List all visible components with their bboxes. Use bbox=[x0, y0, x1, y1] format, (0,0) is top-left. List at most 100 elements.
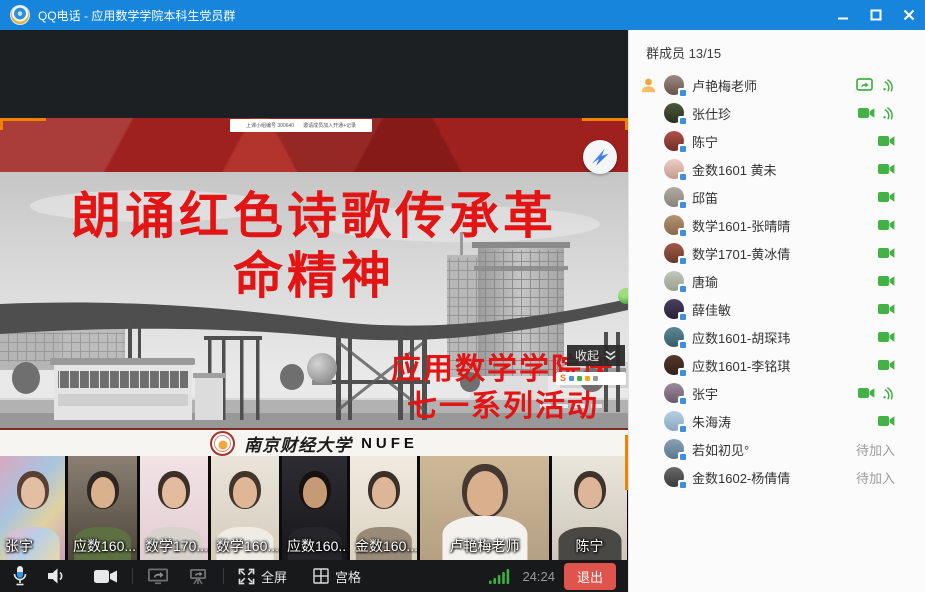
grid-view-button[interactable]: 宫格 bbox=[313, 567, 361, 586]
member-row[interactable]: 陈宁 bbox=[629, 127, 925, 155]
university-emblem-icon bbox=[210, 431, 235, 456]
member-row[interactable]: 数学1601-张晴晴 bbox=[629, 211, 925, 239]
video-call-badge-icon bbox=[678, 116, 687, 125]
video-thumbnail[interactable]: 卢艳梅老师 bbox=[420, 456, 549, 560]
pending-label: 待加入 bbox=[856, 468, 895, 487]
member-row[interactable]: 朱海涛 bbox=[629, 407, 925, 435]
member-row[interactable]: 张仕珍 bbox=[629, 99, 925, 127]
member-row[interactable]: 数学1701-黄冰倩 bbox=[629, 239, 925, 267]
video-call-badge-icon bbox=[678, 480, 687, 489]
thumbnail-label: 数学170... bbox=[145, 536, 208, 556]
participant-face bbox=[162, 477, 186, 508]
camera-on-icon bbox=[878, 415, 895, 427]
member-avatar bbox=[664, 159, 684, 179]
signal-strength-icon bbox=[489, 568, 513, 584]
video-thumbnail[interactable]: 金数160... bbox=[350, 456, 417, 560]
video-call-badge-icon bbox=[678, 396, 687, 405]
member-row[interactable]: 薛佳敏 bbox=[629, 295, 925, 323]
member-status bbox=[856, 77, 895, 93]
member-row[interactable]: 金数1601 黄未 bbox=[629, 155, 925, 183]
toolbar-separator bbox=[223, 568, 224, 584]
video-thumbnail[interactable]: 应数160... bbox=[282, 456, 347, 560]
thunder-bird-icon[interactable] bbox=[583, 140, 617, 174]
member-row[interactable]: 张宇 bbox=[629, 379, 925, 407]
slide-footer: 南京财经大学 NUFE bbox=[0, 430, 628, 456]
member-status bbox=[878, 275, 895, 287]
thumbnail-label: 应数160... bbox=[287, 536, 347, 556]
video-call-badge-icon bbox=[678, 424, 687, 433]
video-call-badge-icon bbox=[678, 256, 687, 265]
members-header: 群成员 13/15 bbox=[629, 30, 925, 71]
member-name: 陈宁 bbox=[692, 132, 718, 151]
member-row[interactable]: 金数1602-杨倩倩待加入 bbox=[629, 463, 925, 491]
share-border-corner bbox=[582, 118, 628, 121]
exit-call-button[interactable]: 退出 bbox=[564, 563, 616, 590]
microphone-button[interactable] bbox=[12, 565, 28, 587]
university-name: 南京财经大学 bbox=[244, 431, 352, 456]
sharing-screen-icon bbox=[856, 78, 875, 93]
ime-tool-icon bbox=[577, 376, 582, 381]
member-status bbox=[858, 385, 895, 401]
input-method-toolbar[interactable]: S bbox=[556, 372, 626, 385]
camera-icon bbox=[94, 569, 118, 584]
share-border-corner bbox=[0, 118, 3, 130]
close-button[interactable] bbox=[892, 0, 925, 30]
qq-call-window: QQ电话 - 应用数学学院本科生党员群 bbox=[0, 0, 925, 592]
video-thumbnail[interactable]: 张宇 bbox=[0, 456, 65, 560]
member-row[interactable]: 邱笛 bbox=[629, 183, 925, 211]
member-status bbox=[858, 105, 895, 121]
member-name: 金数1601 黄未 bbox=[692, 160, 777, 179]
thumbnail-label: 金数160... bbox=[355, 536, 417, 556]
active-speaker-person-icon bbox=[640, 77, 657, 93]
minimize-button[interactable] bbox=[826, 0, 859, 30]
video-thumbnail[interactable]: 数学170... bbox=[140, 456, 208, 560]
member-row[interactable]: 若如初见°待加入 bbox=[629, 435, 925, 463]
toolbar-separator bbox=[132, 568, 133, 584]
member-name: 数学1701-黄冰倩 bbox=[692, 244, 790, 263]
slide-title-line2: 命精神 bbox=[0, 246, 628, 306]
window-title: QQ电话 - 应用数学学院本科生党员群 bbox=[38, 7, 235, 24]
collapse-thumbnails-button[interactable]: 收起 bbox=[567, 345, 625, 366]
member-row[interactable]: 应数1601-胡琛玮 bbox=[629, 323, 925, 351]
ime-tool-icon bbox=[569, 376, 574, 381]
member-status bbox=[878, 163, 895, 175]
member-row[interactable]: 唐瑜 bbox=[629, 267, 925, 295]
member-row[interactable]: 卢艳梅老师 bbox=[629, 71, 925, 99]
member-row[interactable]: 应数1601-李铭琪 bbox=[629, 351, 925, 379]
maximize-button[interactable] bbox=[859, 0, 892, 30]
video-call-badge-icon bbox=[678, 88, 687, 97]
member-status bbox=[878, 415, 895, 427]
participant-face bbox=[303, 477, 327, 508]
camera-on-icon bbox=[878, 331, 895, 343]
member-avatar bbox=[664, 411, 684, 431]
window-controls bbox=[826, 0, 925, 30]
thumbnail-label: 卢艳梅老师 bbox=[420, 536, 549, 556]
pending-label: 待加入 bbox=[856, 440, 895, 459]
member-name: 薛佳敏 bbox=[692, 300, 731, 319]
video-thumbnail[interactable]: 陈宁 bbox=[552, 456, 627, 560]
member-status bbox=[878, 303, 895, 315]
member-status: 待加入 bbox=[856, 468, 895, 487]
participant-face bbox=[467, 471, 503, 516]
video-thumbnail[interactable]: 数学160... bbox=[211, 456, 279, 560]
floating-green-icon[interactable] bbox=[618, 288, 628, 304]
member-status bbox=[878, 219, 895, 231]
member-avatar bbox=[664, 327, 684, 347]
member-avatar bbox=[664, 271, 684, 291]
video-thumbnail[interactable]: 应数160... bbox=[68, 456, 137, 560]
camera-button[interactable] bbox=[94, 569, 118, 584]
member-status: 待加入 bbox=[856, 440, 895, 459]
fullscreen-button[interactable]: 全屏 bbox=[238, 567, 287, 586]
member-avatar bbox=[664, 103, 684, 123]
share-hint-left: 上课小组编号 300640 bbox=[246, 122, 294, 129]
university-abbr: NUFE bbox=[361, 435, 418, 452]
screen-share-button[interactable] bbox=[147, 567, 169, 585]
video-call-badge-icon bbox=[678, 340, 687, 349]
share-border-corner bbox=[0, 118, 46, 121]
camera-on-icon bbox=[878, 275, 895, 287]
speaker-button[interactable] bbox=[46, 567, 66, 585]
whiteboard-button[interactable] bbox=[187, 567, 209, 585]
thumbnail-label: 陈宁 bbox=[552, 536, 627, 556]
thumbnail-strip: 张宇应数160...数学170...数学160...应数160...金数160.… bbox=[0, 456, 628, 560]
thumbnail-label: 应数160... bbox=[73, 536, 136, 556]
